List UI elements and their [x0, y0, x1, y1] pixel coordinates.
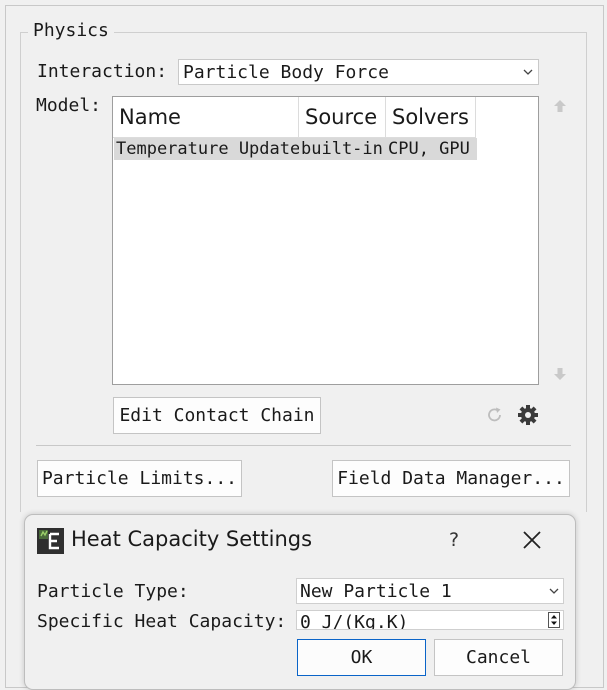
dialog-titlebar[interactable]: Heat Capacity Settings ? [25, 515, 575, 565]
chevron-down-icon [523, 69, 533, 75]
particle-limits-button[interactable]: Particle Limits... [37, 460, 242, 497]
chevron-down-icon [549, 588, 559, 594]
particle-type-label: Particle Type: [37, 581, 189, 602]
scroll-up-icon[interactable] [551, 97, 569, 115]
column-header-solvers[interactable]: Solvers [386, 97, 476, 138]
field-data-manager-button[interactable]: Field Data Manager... [332, 460, 570, 497]
spin-arrows-icon[interactable] [548, 612, 560, 628]
divider [36, 445, 571, 446]
cell-solvers: CPU, GPU [388, 139, 470, 159]
interaction-select-value: Particle Body Force [183, 61, 389, 83]
specific-heat-label: Specific Heat Capacity: [37, 611, 287, 632]
column-header-source[interactable]: Source [299, 97, 386, 138]
cell-source: built-in [301, 139, 383, 159]
table-header: Name Source Solvers [113, 97, 538, 138]
heat-capacity-dialog: Heat Capacity Settings ? Particle Type: … [24, 514, 576, 690]
app-icon [37, 528, 64, 554]
model-table[interactable]: Name Source Solvers Temperature Update b… [112, 96, 539, 385]
particle-type-value: New Particle 1 [300, 580, 452, 602]
specific-heat-spinbox[interactable]: 0 J/(Kg.K) [296, 610, 564, 630]
gear-icon[interactable] [516, 403, 540, 427]
ok-button[interactable]: OK [297, 639, 426, 676]
close-icon[interactable] [519, 527, 545, 553]
cell-name: Temperature Update [116, 139, 299, 159]
interaction-select[interactable]: Particle Body Force [178, 59, 539, 85]
cancel-button[interactable]: Cancel [434, 639, 563, 676]
edit-contact-chain-button[interactable]: Edit Contact Chain [113, 397, 321, 434]
scroll-down-icon[interactable] [551, 365, 569, 383]
dialog-title: Heat Capacity Settings [71, 527, 313, 551]
model-label: Model: [36, 95, 102, 116]
help-icon[interactable]: ? [439, 525, 469, 555]
table-row[interactable]: Temperature Update built-in CPU, GPU [114, 138, 477, 160]
column-header-name[interactable]: Name [113, 97, 299, 138]
specific-heat-value: 0 J/(Kg.K) [300, 612, 409, 630]
refresh-icon[interactable] [485, 405, 505, 425]
interaction-label: Interaction: [37, 61, 168, 82]
particle-type-select[interactable]: New Particle 1 [296, 578, 564, 604]
physics-group-title: Physics [28, 20, 114, 41]
